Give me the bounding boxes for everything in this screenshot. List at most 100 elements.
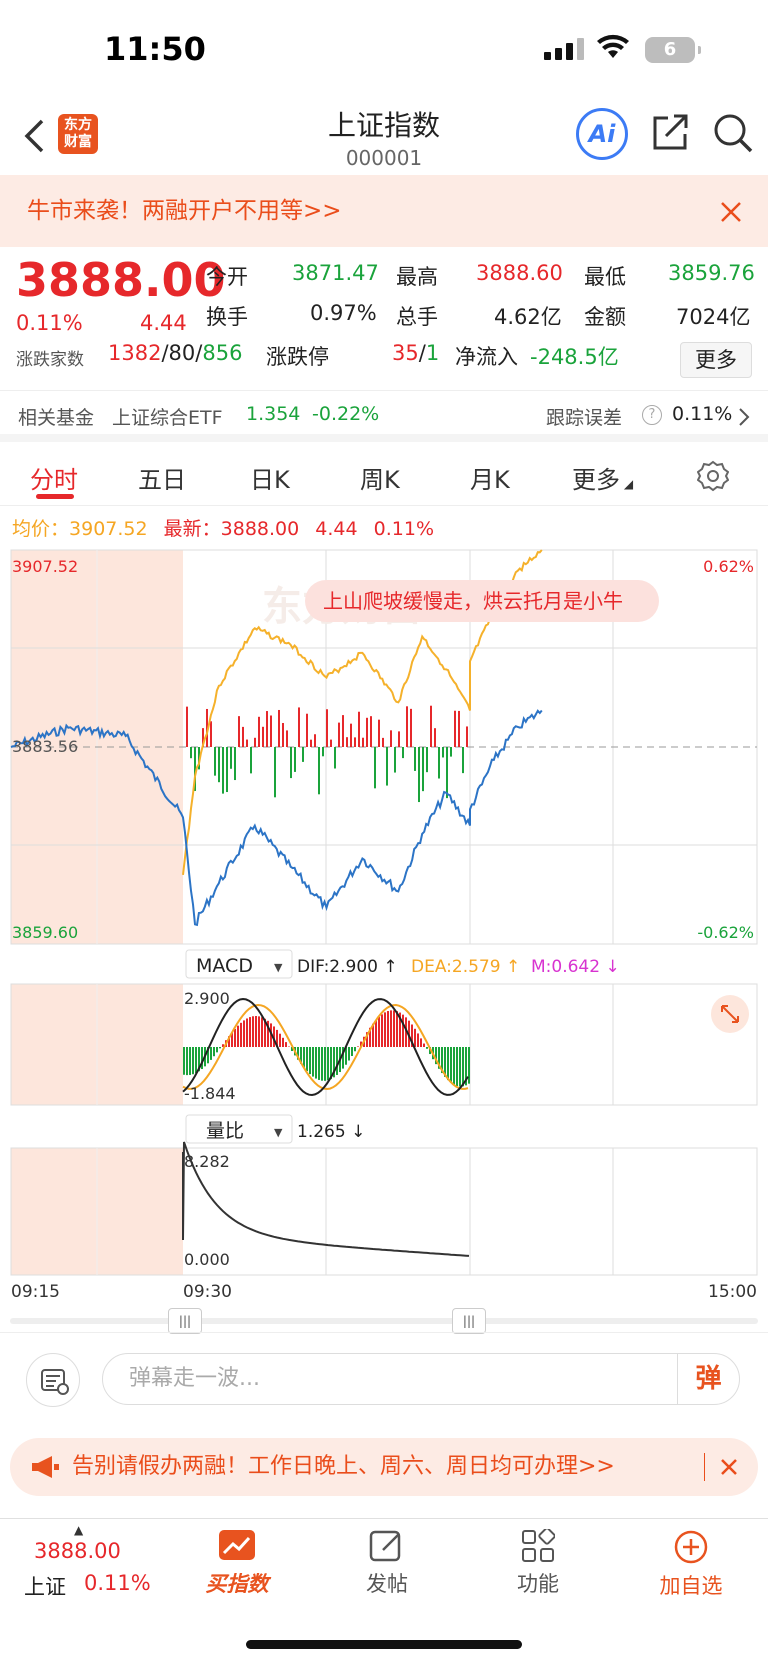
macd-bar [309,1047,311,1075]
volume-bar [214,747,216,776]
status-time: 11:50 [104,30,206,68]
function-button[interactable]: 功能 [478,1527,598,1598]
volume-bar [354,737,356,747]
macd-bar [285,1042,287,1047]
comment-list-icon[interactable] [26,1353,80,1407]
volume-bar [266,711,268,747]
plus-circle-icon [674,1530,708,1564]
macd-bar [279,1033,281,1047]
macd-bar [216,1047,218,1053]
comment-text: 上山爬坡缓慢走，烘云托月是小牛 [323,589,623,613]
volume-bar [398,731,400,747]
status-bar: 11:50 6 [0,0,768,100]
promo-banner[interactable]: 牛市来袭！两融开户不用等>> [0,175,768,247]
notice-banner[interactable]: 告别请假办两融！工作日晚上、周六、周日均可办理>> [10,1438,758,1496]
macd-bar [282,1037,284,1047]
time-open-label: 09:30 [183,1282,232,1302]
tab-underline [36,494,74,499]
ai-button[interactable]: Ai [576,108,628,160]
volume-bar [382,737,384,747]
signal-icon [544,38,584,60]
turnover-label: 换手 [206,305,248,329]
high-label: 最高 [396,265,438,289]
dropdown-icon: ▼ [274,961,283,974]
time-end-label: 15:00 [708,1282,757,1302]
chevron-right-icon[interactable] [738,407,750,427]
limit-label: 涨跌停 [266,345,329,369]
last-price: 3888.00 [16,253,226,307]
tab-intraday[interactable]: 分时 [30,460,78,495]
volume-bar [242,726,244,747]
macd-bar [402,1014,404,1047]
related-fund-row[interactable]: 相关基金 上证综合ETF 1.354 -0.22% 跟踪误差 ? 0.11% [0,390,768,442]
macd-min-label: -1.844 [184,1084,236,1103]
promo-text[interactable]: 牛市来袭！两融开户不用等>> [27,198,342,224]
notice-text[interactable]: 告别请假办两融！工作日晚上、周六、周日均可办理>> [72,1454,615,1479]
volume-bar [350,723,352,747]
volume-bar [406,706,408,747]
macd-bar [468,1047,470,1084]
volume-bar [262,726,264,747]
macd-bar [234,1028,236,1047]
volume-bar [462,747,464,774]
volume-bar [426,747,428,773]
search-icon[interactable] [712,112,754,154]
tab-day-k[interactable]: 日K [250,460,290,495]
tab-month-k[interactable]: 月K [470,460,510,495]
close-icon[interactable] [720,201,742,223]
home-indicator [246,1640,522,1649]
tab-week-k[interactable]: 周K [360,460,400,495]
volume-bar [270,715,272,747]
slider-handle-right[interactable]: ||| [452,1308,486,1334]
bottom-price: 3888.00 [34,1539,121,1563]
danmu-send-button[interactable]: 弹 [677,1354,739,1404]
amount-value: 7024亿 [676,305,751,329]
macd-bar [240,1022,242,1047]
settings-icon[interactable] [697,460,729,492]
tab-more[interactable]: 更多 ◢ [572,460,633,495]
macd-bar [393,1010,395,1047]
volume-bar [258,716,260,747]
share-icon[interactable] [650,112,690,152]
add-favorite-button[interactable]: 加自选 [631,1529,751,1600]
macd-bar [258,1016,260,1047]
volume-bar [458,710,460,747]
macd-bar [186,1047,188,1076]
macd-bar [321,1047,323,1081]
help-icon[interactable]: ? [642,405,662,425]
range-slider-track[interactable] [10,1318,758,1324]
time-start-label: 09:15 [11,1282,60,1302]
macd-bar [378,1016,380,1047]
volume-bar [230,747,232,769]
volume-bar [358,711,360,747]
slider-handle-left[interactable]: ||| [168,1308,202,1334]
volume-bar [338,722,340,747]
danmu-input[interactable]: 弹幕走一波... 弹 [102,1353,740,1405]
buy-index-button[interactable]: 买指数 [177,1529,297,1598]
tab-5day[interactable]: 五日 [138,460,186,495]
volume-bar [254,737,256,747]
macd-bar [456,1047,458,1087]
low-value: 3859.76 [668,261,755,285]
post-button[interactable]: 发帖 [327,1529,447,1598]
fund-name[interactable]: 上证综合ETF [112,403,223,430]
macd-bar [414,1028,416,1047]
pct-max-label: 0.62% [703,557,754,576]
volume-bar [410,708,412,747]
more-button[interactable]: 更多 [680,342,752,378]
close-icon[interactable] [720,1458,738,1476]
macd-bar [384,1012,386,1047]
macd-bar [315,1047,317,1079]
y-min-label: 3859.60 [12,923,78,942]
volume-bar [222,747,224,794]
volume-bar [226,747,228,793]
dea-label: DEA:2.579 ↑ [411,957,520,977]
volume-bar [278,709,280,747]
intraday-chart[interactable]: 东方财富 上山爬坡缓慢走，烘云托月是小牛 3907.52 3883.56 385… [0,540,768,1320]
macd-bar [462,1047,464,1087]
volume-bar [274,747,276,798]
volume-bar [346,737,348,747]
y-max-label: 3907.52 [12,557,78,576]
change-pct: 0.11% [16,311,83,335]
macd-bar [192,1047,194,1075]
